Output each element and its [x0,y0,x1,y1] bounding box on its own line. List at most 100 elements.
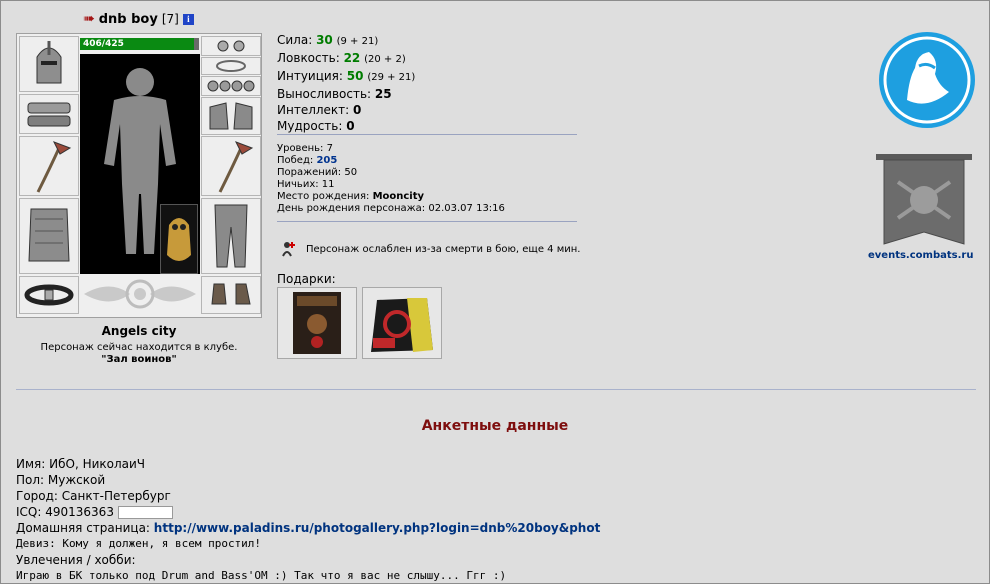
info-value: 205 [316,155,338,166]
info-label: Побед: [277,155,314,166]
earrings-slot[interactable] [201,36,261,56]
stat-endurance: Выносливость: 25 [277,86,415,102]
gifts-label: Подарки: [277,272,336,286]
weakness-text: Персонаж ослаблен из-за смерти в бою, ещ… [306,243,581,255]
amulet-icon [216,60,246,72]
info-label: День рождения персонажа: [277,203,426,214]
gloves-icon [209,102,253,130]
stat-wisdom: Мудрость: 0 [277,118,415,134]
bracers-icon [27,102,71,127]
bracers-slot[interactable] [19,94,79,134]
amulet-slot[interactable] [201,57,261,75]
profile-label: Имя: [16,457,46,471]
character-nick[interactable]: dnb boy [99,12,158,27]
stat-label: Интеллект: [277,103,350,117]
weakness-notice: Персонаж ослаблен из-за смерти в бою, ещ… [280,240,580,258]
hp-bar: 406/425 [80,38,199,50]
weakness-icon [282,242,295,257]
stat-label: Интуиция: [277,69,343,83]
stat-intellect: Интеллект: 0 [277,102,415,118]
city-name: Angels city [101,324,177,338]
stat-intuition: Интуиция: 50 (29 + 21) [277,68,415,86]
events-link[interactable]: events.combats.ru [868,250,973,261]
info-value: 7 [326,143,333,154]
stat-detail: (29 + 21) [367,72,416,83]
stat-value: 0 [346,119,355,133]
profile-data: Имя: ИбО, НиколаиЧ Пол: Мужской Город: С… [16,456,600,584]
events-logo[interactable] [877,30,977,130]
info-losses: Поражений: 50 [277,167,505,179]
stat-agility: Ловкость: 22 (20 + 2) [277,50,415,68]
profile-label: Домашняя страница: [16,521,150,535]
rings-slot[interactable] [201,76,261,96]
stat-value: 0 [353,103,362,117]
info-value: 11 [321,179,335,190]
profile-section-title: Анкетные данные [421,418,569,434]
fist-banner-icon [876,154,972,245]
weapon-left-slot[interactable] [19,136,79,196]
info-label: Место рождения: [277,191,370,202]
weapon-right-slot[interactable] [201,136,261,196]
profile-name: Имя: ИбО, НиколаиЧ [16,456,600,472]
profile-label: Девиз: [16,537,56,550]
stat-label: Выносливость: [277,87,372,101]
info-birthplace: Место рождения: Mooncity [277,191,505,203]
profile-label: Увлечения / хобби: [16,553,136,567]
stat-value: 50 [346,69,364,83]
profile-gender: Пол: Мужской [16,472,600,488]
events-banner[interactable] [874,152,974,252]
info-birthday: День рождения персонажа: 02.03.07 13:16 [277,203,505,215]
armor-slot[interactable] [19,198,79,274]
gloves-slot[interactable] [201,97,261,135]
stat-value: 25 [374,87,392,101]
profile-value: Мужской [47,473,106,487]
info-icon[interactable]: i [182,13,194,25]
info-level: Уровень: 7 [277,143,505,155]
owl-pet-icon [167,218,191,261]
private-message-arrow-icon[interactable]: ➠ [83,12,95,26]
boots-slot[interactable] [201,276,261,314]
fist-emblem-icon [84,279,196,309]
info-draws: Ничьих: 11 [277,179,505,191]
profile-motto: Девиз: Кому я должен, я всем простил! [16,536,600,552]
belt-slot[interactable] [19,276,79,314]
info-label: Уровень: [277,143,324,154]
stat-label: Мудрость: [277,119,343,133]
leggings-icon [214,204,248,268]
helmet-icon [36,41,62,84]
profile-value: Кому я должен, я всем простил! [62,537,262,550]
location-room: "Зал воинов" [101,354,177,365]
stat-detail: (20 + 2) [364,54,406,65]
info-value: Mooncity [372,191,425,202]
homepage-link[interactable]: http://www.paladins.ru/photogallery.php?… [154,521,601,535]
stat-value: 22 [343,51,361,65]
belt-icon [24,284,74,306]
profile-value: ИбО, НиколаиЧ [49,457,146,471]
axe-weapon-icon [36,141,72,193]
stat-strength: Сила: 30 (9 + 21) [277,32,415,50]
gift-item[interactable] [362,287,442,359]
profile-value: Санкт-Петербург [61,489,171,503]
profile-about: Играю в БК только под Drum and Bass'OM :… [16,569,507,582]
location-status: Персонаж сейчас находится в клубе. [40,342,238,353]
info-value: 02.03.07 13:16 [428,203,505,214]
gift-poster-icon [293,292,341,354]
stat-value: 30 [316,33,333,47]
info-wins: Побед: 205 [277,155,505,167]
profile-homepage: Домашняя страница: http://www.paladins.r… [16,520,600,536]
profile-icq: ICQ: 490136363 [16,504,600,520]
stats-list: Сила: 30 (9 + 21) Ловкость: 22 (20 + 2) … [277,32,415,134]
pet-slot[interactable] [160,204,198,274]
stat-label: Сила: [277,33,313,47]
character-level: [7] [161,12,179,26]
info-value: 50 [344,167,358,178]
gift-item[interactable] [277,287,357,359]
profile-hobby: Увлечения / хобби: [16,552,600,568]
profile-label: ICQ: [16,505,42,519]
divider [16,389,976,390]
helmet-slot[interactable] [19,36,79,92]
leggings-slot[interactable] [201,198,261,274]
armor-icon [28,208,70,262]
stat-detail: (9 + 21) [336,36,379,47]
genie-logo-icon [879,32,975,128]
